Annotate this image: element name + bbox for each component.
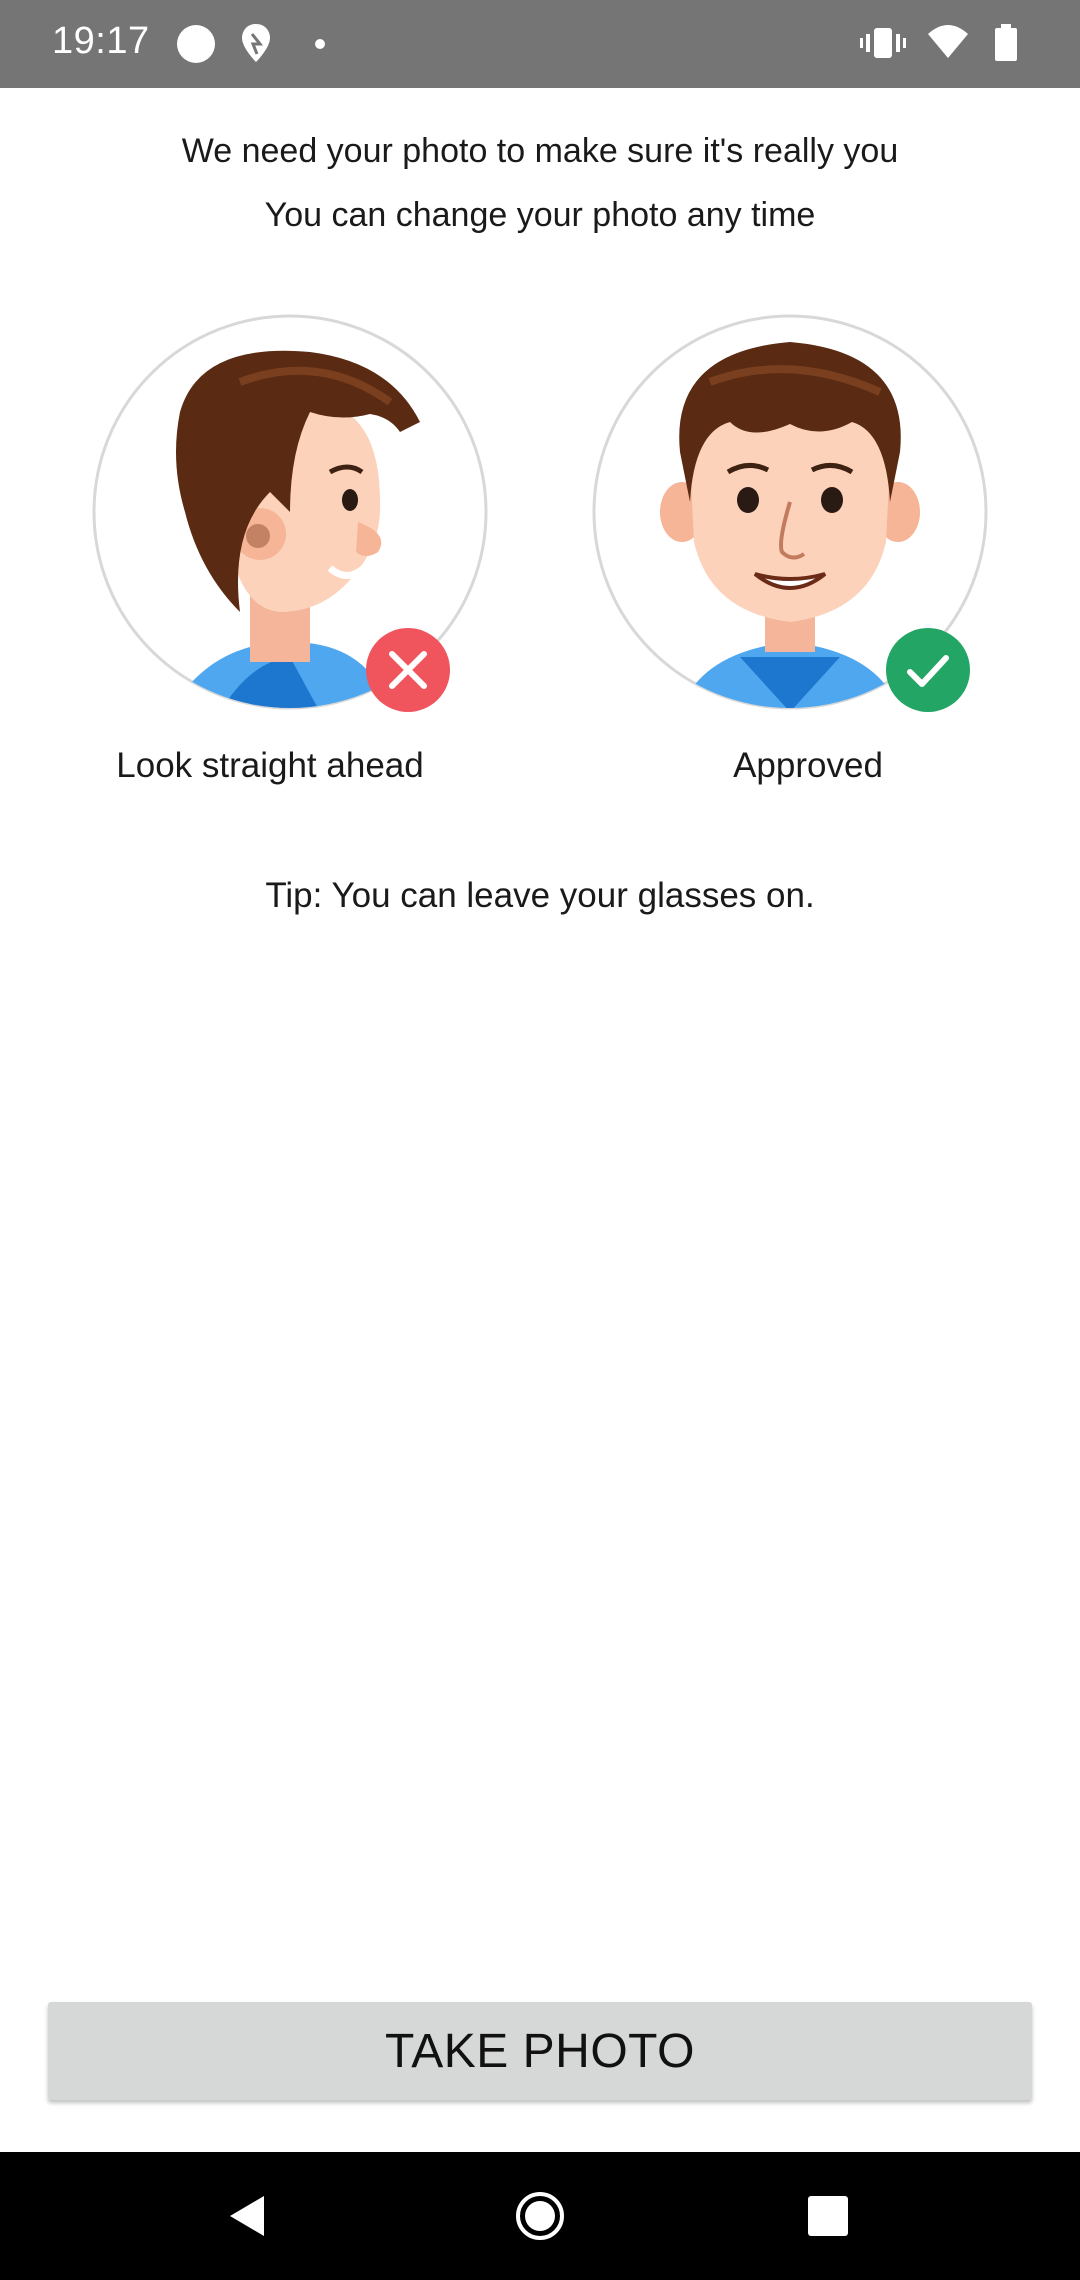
caption-look-straight: Look straight ahead: [116, 746, 424, 785]
intro-line-2: You can change your photo any time: [264, 196, 816, 234]
circle-icon: [177, 25, 215, 63]
back-icon[interactable]: [218, 2186, 278, 2246]
status-right-icons: [860, 22, 1040, 66]
navigation-bar: [0, 2152, 1080, 2280]
example-bad: [90, 312, 490, 712]
battery-icon: [995, 24, 1017, 61]
location-pin-icon: [242, 24, 270, 62]
tip-text: Tip: You can leave your glasses on.: [265, 876, 815, 915]
recents-icon[interactable]: [798, 2186, 858, 2246]
dot-icon: [315, 39, 325, 49]
vibrate-icon: [860, 28, 906, 58]
status-time: 19:17: [52, 20, 150, 62]
close-icon: [389, 651, 427, 689]
take-photo-button[interactable]: TAKE PHOTO: [48, 2002, 1032, 2100]
rejected-badge: [366, 628, 450, 712]
status-bar: 19:17: [0, 0, 1080, 88]
wifi-icon: [928, 25, 968, 58]
home-icon[interactable]: [510, 2186, 570, 2246]
approved-badge: [886, 628, 970, 712]
caption-approved: Approved: [733, 746, 883, 785]
check-icon: [907, 655, 949, 687]
intro-line-1: We need your photo to make sure it's rea…: [181, 132, 899, 170]
example-good: [590, 312, 990, 712]
